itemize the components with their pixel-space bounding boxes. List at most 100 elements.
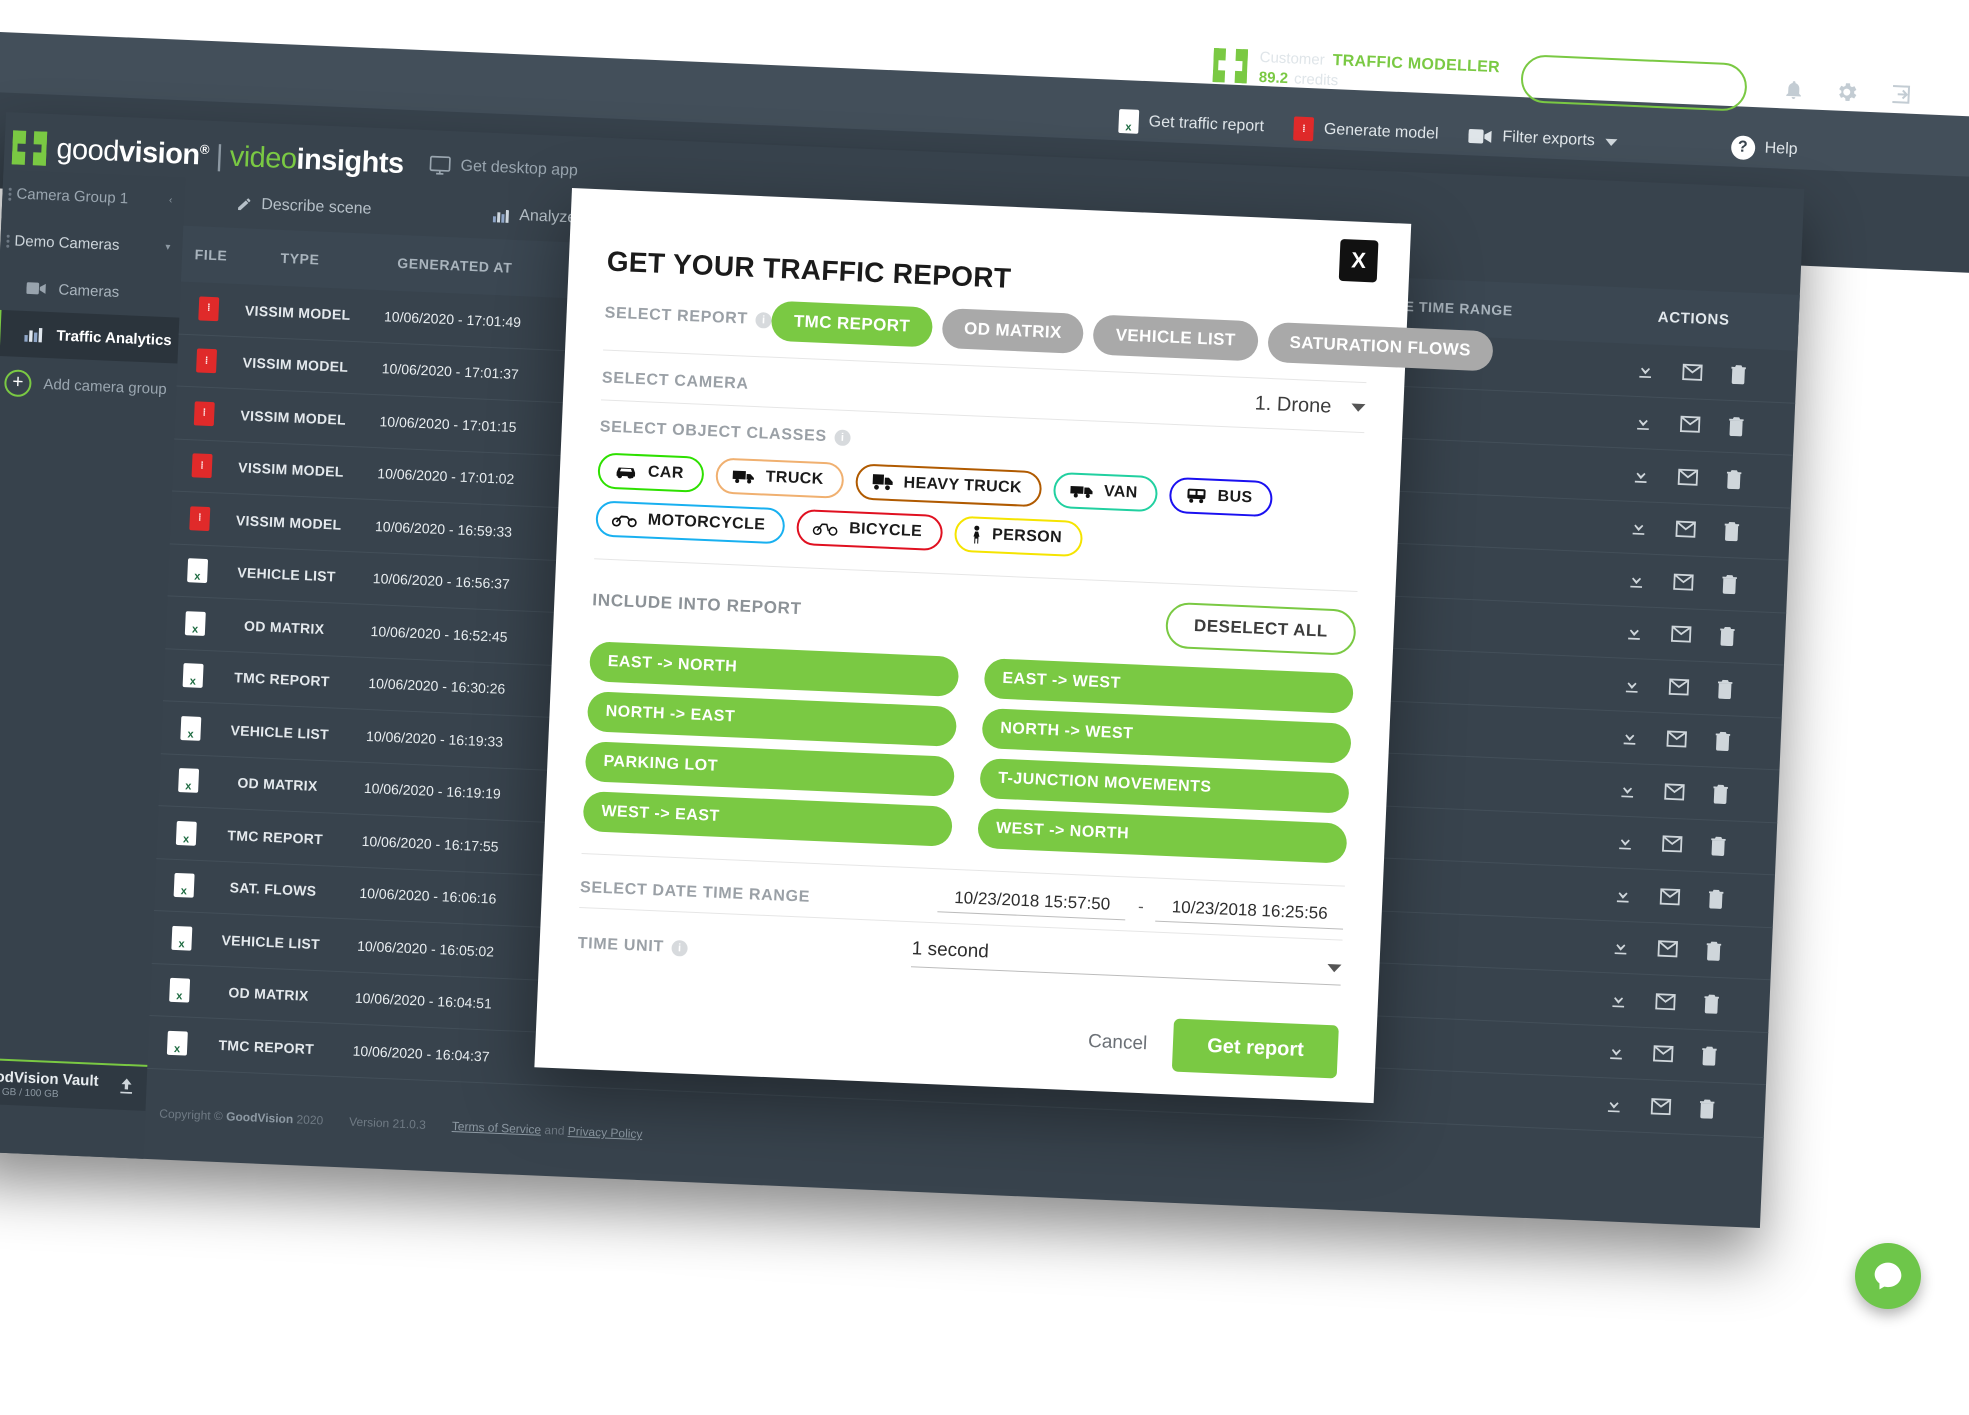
- delete-icon[interactable]: [1709, 836, 1728, 857]
- chat-widget-button[interactable]: [1855, 1243, 1921, 1309]
- delete-icon[interactable]: [1711, 783, 1730, 804]
- object-class-person[interactable]: PERSON: [953, 515, 1083, 558]
- excel-file-icon[interactable]: x: [182, 663, 204, 689]
- object-class-car[interactable]: CAR: [597, 452, 705, 493]
- vissim-file-icon[interactable]: ⁞: [196, 348, 218, 374]
- collapse-icon[interactable]: ‹: [169, 195, 173, 206]
- delete-icon[interactable]: [1713, 731, 1732, 752]
- goodvision-vault[interactable]: GoodVision Vault 20.34 GB / 100 GB: [0, 1057, 148, 1111]
- report-type-vehicle-list[interactable]: VEHICLE LIST: [1092, 314, 1259, 362]
- excel-file-icon[interactable]: x: [180, 715, 202, 741]
- email-icon[interactable]: [1656, 940, 1679, 959]
- report-type-tmc-report[interactable]: TMC REPORT: [771, 300, 933, 348]
- generate-model-action[interactable]: ⁞ Generate model: [1293, 116, 1439, 146]
- download-icon[interactable]: [1624, 622, 1645, 643]
- report-type-od-matrix[interactable]: OD MATRIX: [941, 307, 1085, 354]
- get-report-button[interactable]: Get report: [1172, 1018, 1339, 1079]
- movement-east-west[interactable]: EAST -> WEST: [983, 658, 1354, 714]
- download-icon[interactable]: [1622, 674, 1643, 695]
- movement-east-north[interactable]: EAST -> NORTH: [588, 641, 960, 697]
- movement-north-east[interactable]: NORTH -> EAST: [586, 691, 958, 747]
- privacy-policy-link[interactable]: Privacy Policy: [568, 1124, 643, 1141]
- excel-file-icon[interactable]: x: [169, 978, 191, 1003]
- drag-handle-icon[interactable]: [6, 232, 10, 249]
- filter-exports-action[interactable]: Filter exports: [1468, 127, 1617, 151]
- object-class-heavy-truck[interactable]: HEAVY TRUCK: [854, 463, 1043, 508]
- chevron-down-icon[interactable]: [1604, 138, 1617, 146]
- object-class-van[interactable]: VAN: [1053, 471, 1159, 513]
- get-traffic-report-action[interactable]: x Get traffic report: [1118, 108, 1264, 139]
- download-icon[interactable]: [1628, 517, 1649, 538]
- email-icon[interactable]: [1661, 835, 1684, 854]
- delete-icon[interactable]: [1722, 521, 1741, 542]
- info-icon[interactable]: i: [755, 311, 773, 329]
- sidebar-group-demo-cameras[interactable]: Demo Cameras ▾: [0, 217, 183, 272]
- delete-icon[interactable]: [1707, 888, 1726, 909]
- chevron-down-icon[interactable]: [1327, 964, 1342, 973]
- download-icon[interactable]: [1608, 989, 1629, 1010]
- delete-icon[interactable]: [1718, 626, 1737, 647]
- download-icon[interactable]: [1610, 937, 1631, 958]
- email-icon[interactable]: [1668, 677, 1691, 696]
- email-icon[interactable]: [1665, 730, 1688, 749]
- download-icon[interactable]: [1619, 727, 1640, 748]
- deselect-all-button[interactable]: DESELECT ALL: [1165, 601, 1357, 656]
- drag-handle-icon[interactable]: [8, 185, 12, 202]
- report-type-saturation-flows[interactable]: SATURATION FLOWS: [1266, 321, 1494, 372]
- get-credits-button[interactable]: GET CREDITS: [1520, 54, 1748, 112]
- delete-icon[interactable]: [1698, 1098, 1717, 1119]
- vissim-file-icon[interactable]: ⁞: [189, 505, 211, 531]
- excel-file-icon[interactable]: x: [187, 558, 209, 584]
- cancel-button[interactable]: Cancel: [1088, 1030, 1148, 1055]
- info-icon[interactable]: i: [671, 939, 689, 957]
- email-icon[interactable]: [1670, 625, 1693, 644]
- upload-icon[interactable]: [116, 1075, 137, 1101]
- object-class-bicycle[interactable]: BICYCLE: [796, 508, 943, 552]
- chevron-down-icon[interactable]: ▾: [165, 242, 170, 253]
- delete-icon[interactable]: [1720, 573, 1739, 594]
- get-desktop-app-link[interactable]: Get desktop app: [429, 155, 578, 181]
- date-from-input[interactable]: 10/23/2018 15:57:50: [937, 887, 1127, 921]
- movement-parking-lot[interactable]: PARKING LOT: [584, 741, 956, 797]
- bell-icon[interactable]: [1782, 77, 1805, 102]
- help-action[interactable]: ? Help: [1730, 135, 1798, 162]
- sidebar-item-traffic-analytics[interactable]: Traffic Analytics: [0, 309, 180, 364]
- download-icon[interactable]: [1606, 1042, 1627, 1063]
- movement-north-west[interactable]: NORTH -> WEST: [981, 708, 1352, 764]
- movement-west-north[interactable]: WEST -> NORTH: [977, 807, 1348, 864]
- vissim-file-icon[interactable]: ⁞: [193, 401, 215, 426]
- download-icon[interactable]: [1633, 412, 1654, 433]
- email-icon[interactable]: [1659, 887, 1682, 906]
- logout-icon[interactable]: [1888, 82, 1913, 107]
- object-class-truck[interactable]: TRUCK: [714, 457, 845, 499]
- excel-file-icon[interactable]: x: [184, 610, 206, 636]
- movement-t-junction-movements[interactable]: T-JUNCTION MOVEMENTS: [979, 758, 1350, 814]
- delete-icon[interactable]: [1724, 469, 1743, 490]
- object-class-bus[interactable]: BUS: [1168, 476, 1274, 518]
- sidebar-group-camera-group-1[interactable]: Camera Group 1 ‹: [2, 170, 186, 225]
- delete-icon[interactable]: [1727, 416, 1746, 437]
- email-icon[interactable]: [1679, 415, 1702, 434]
- delete-icon[interactable]: [1700, 1046, 1719, 1067]
- sidebar-item-cameras[interactable]: Cameras: [0, 264, 181, 318]
- email-icon[interactable]: [1681, 363, 1704, 382]
- date-to-input[interactable]: 10/23/2018 16:25:56: [1155, 896, 1345, 930]
- download-icon[interactable]: [1604, 1094, 1625, 1115]
- excel-file-icon[interactable]: x: [166, 1030, 188, 1056]
- download-icon[interactable]: [1613, 884, 1634, 905]
- excel-close-icon[interactable]: X: [1338, 238, 1379, 283]
- email-icon[interactable]: [1652, 1044, 1675, 1063]
- excel-file-icon[interactable]: x: [178, 768, 200, 794]
- email-icon[interactable]: [1654, 992, 1677, 1011]
- info-icon[interactable]: i: [834, 429, 852, 447]
- email-icon[interactable]: [1674, 520, 1697, 539]
- vissim-file-icon[interactable]: ⁞: [198, 296, 220, 322]
- delete-icon[interactable]: [1702, 993, 1721, 1014]
- excel-file-icon[interactable]: x: [175, 820, 197, 846]
- email-icon[interactable]: [1650, 1097, 1673, 1116]
- terms-of-service-link[interactable]: Terms of Service: [452, 1119, 542, 1137]
- download-icon[interactable]: [1635, 360, 1656, 381]
- email-icon[interactable]: [1677, 468, 1700, 487]
- movement-west-east[interactable]: WEST -> EAST: [582, 791, 953, 847]
- vissim-file-icon[interactable]: ⁞: [191, 453, 213, 479]
